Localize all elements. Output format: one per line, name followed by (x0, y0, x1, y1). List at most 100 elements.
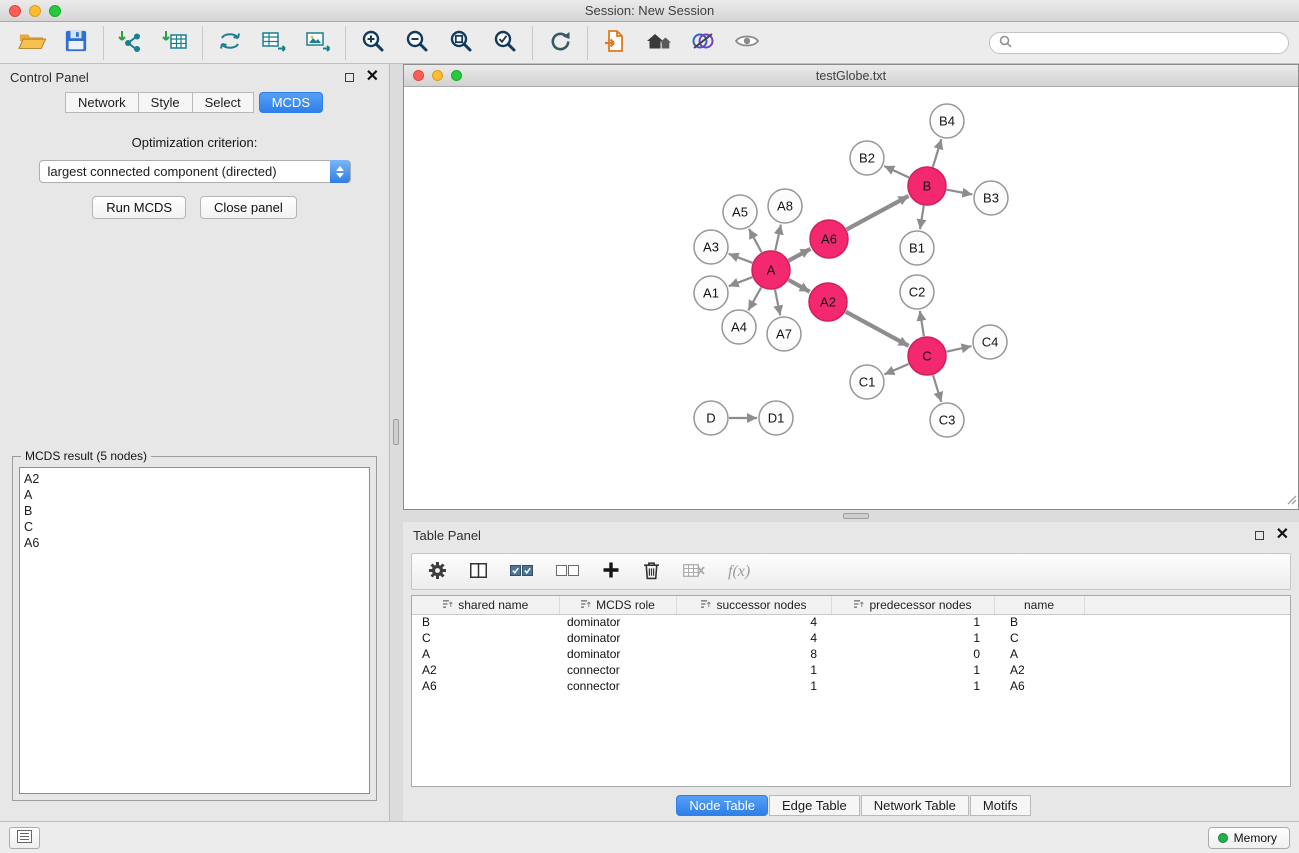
graph-node-A3[interactable]: A3 (694, 230, 728, 264)
table-row[interactable]: Adominator80A (412, 646, 1290, 662)
apply-layout-button[interactable] (538, 25, 582, 61)
mcds-result-item[interactable]: A2 (24, 471, 365, 487)
table-cell[interactable]: connector (559, 662, 676, 678)
mcds-result-item[interactable]: B (24, 503, 365, 519)
table-row[interactable]: A2connector11A2 (412, 662, 1290, 678)
graph-node-B1[interactable]: B1 (900, 231, 934, 265)
table-cell[interactable]: 1 (831, 662, 994, 678)
graph-edge-A6-B[interactable] (847, 196, 909, 230)
graph-node-D1[interactable]: D1 (759, 401, 793, 435)
close-panel-button[interactable]: Close panel (200, 196, 297, 219)
table-cell[interactable]: A2 (412, 662, 559, 678)
table-panel-close-button[interactable]: ✕ (1276, 527, 1289, 543)
table-cell[interactable]: 1 (831, 678, 994, 694)
zoom-in-button[interactable] (351, 25, 395, 61)
table-cell[interactable]: A (994, 646, 1084, 662)
import-network-button[interactable] (109, 25, 153, 61)
tab-network-table[interactable]: Network Table (861, 795, 969, 816)
zoom-out-button[interactable] (395, 25, 439, 61)
table-cell[interactable]: A (412, 646, 559, 662)
table-cell[interactable]: C (412, 630, 559, 646)
graph-edge-B-B4[interactable] (933, 139, 942, 167)
table-cell[interactable]: 1 (676, 678, 831, 694)
control-panel-float-button[interactable] (345, 73, 354, 82)
select-all-button[interactable] (510, 564, 533, 580)
fullscreen-window-button[interactable] (49, 5, 61, 17)
column-header-mcds-role[interactable]: MCDS role (559, 596, 676, 614)
function-builder-button[interactable]: f(x) (728, 563, 750, 581)
graph-edge-C-C3[interactable] (933, 375, 941, 402)
export-table-button[interactable] (252, 25, 296, 61)
graph-node-A7[interactable]: A7 (767, 317, 801, 351)
zoom-fit-button[interactable] (439, 25, 483, 61)
table-cell[interactable]: A6 (412, 678, 559, 694)
mcds-result-item[interactable]: C (24, 519, 365, 535)
table-row[interactable]: Bdominator41B (412, 614, 1290, 630)
tab-motifs[interactable]: Motifs (970, 795, 1031, 816)
graph-node-C[interactable]: C (908, 337, 946, 375)
task-history-button[interactable] (9, 827, 40, 849)
graph-node-B[interactable]: B (908, 167, 946, 205)
run-mcds-button[interactable]: Run MCDS (92, 196, 186, 219)
control-panel-close-button[interactable]: ✕ (366, 69, 379, 85)
table-cell[interactable]: 1 (831, 614, 994, 630)
mcds-result-list[interactable]: A2ABCA6 (19, 467, 370, 794)
graph-edge-A-A6[interactable] (789, 249, 811, 261)
table-cell[interactable]: 0 (831, 646, 994, 662)
criterion-select[interactable]: largest connected component (directed) (39, 160, 351, 183)
graph-edge-A2-C[interactable] (846, 312, 909, 346)
search-input[interactable] (1017, 36, 1279, 50)
document-arrow-button[interactable] (593, 25, 637, 61)
graph-node-A4[interactable]: A4 (722, 310, 756, 344)
column-header-successor-nodes[interactable]: successor nodes (676, 596, 831, 614)
column-header-name[interactable]: name (994, 596, 1084, 614)
table-cell[interactable]: B (412, 614, 559, 630)
table-cell[interactable]: 1 (831, 630, 994, 646)
column-header-shared-name[interactable]: shared name (412, 596, 559, 614)
home-button[interactable] (637, 25, 681, 61)
tab-edge-table[interactable]: Edge Table (769, 795, 860, 816)
graph-node-B4[interactable]: B4 (930, 104, 964, 138)
window-resize-grip-icon[interactable] (1285, 493, 1297, 508)
zoom-selected-button[interactable] (483, 25, 527, 61)
graph-node-A1[interactable]: A1 (694, 276, 728, 310)
graph-node-C4[interactable]: C4 (973, 325, 1007, 359)
deselect-all-button[interactable] (556, 564, 579, 580)
delete-table-button[interactable] (683, 563, 705, 581)
tab-select[interactable]: Select (192, 92, 254, 113)
network-minimize-button[interactable] (432, 70, 443, 81)
graph-edge-A-A4[interactable] (748, 287, 761, 310)
graph-edge-C-C2[interactable] (920, 311, 924, 336)
graph-edge-B-B3[interactable] (947, 190, 973, 195)
network-close-button[interactable] (413, 70, 424, 81)
delete-column-button[interactable] (643, 561, 660, 583)
curved-arrows-button[interactable] (208, 25, 252, 61)
table-settings-button[interactable] (428, 561, 447, 583)
graph-node-A8[interactable]: A8 (768, 189, 802, 223)
splitter-handle-icon[interactable] (393, 419, 399, 445)
graph-edge-A-A1[interactable] (729, 277, 753, 286)
table-cell[interactable]: B (994, 614, 1084, 630)
tab-network[interactable]: Network (65, 92, 139, 113)
graph-edge-A-A8[interactable] (775, 225, 781, 251)
graph-edge-A-A7[interactable] (775, 290, 780, 316)
table-cell[interactable]: 1 (676, 662, 831, 678)
table-cell[interactable]: 4 (676, 630, 831, 646)
graph-node-B2[interactable]: B2 (850, 141, 884, 175)
mcds-result-item[interactable]: A6 (24, 535, 365, 551)
graph-node-A6[interactable]: A6 (810, 220, 848, 258)
open-file-button[interactable] (10, 25, 54, 61)
table-cell[interactable]: A6 (994, 678, 1084, 694)
column-header-predecessor-nodes[interactable]: predecessor nodes (831, 596, 994, 614)
network-zoom-button[interactable] (451, 70, 462, 81)
network-graph[interactable]: AA1A2A3A4A5A6A7A8BB1B2B3B4CC1C2C3C4DD1 (404, 87, 1298, 509)
table-cell[interactable]: 4 (676, 614, 831, 630)
graph-edge-A-A2[interactable] (788, 280, 809, 292)
graph-node-A5[interactable]: A5 (723, 195, 757, 229)
tab-node-table[interactable]: Node Table (676, 795, 768, 816)
graph-node-A2[interactable]: A2 (809, 283, 847, 321)
vertical-splitter[interactable] (390, 64, 403, 821)
graph-node-C3[interactable]: C3 (930, 403, 964, 437)
new-column-button[interactable] (602, 561, 620, 582)
table-row[interactable]: Cdominator41C (412, 630, 1290, 646)
